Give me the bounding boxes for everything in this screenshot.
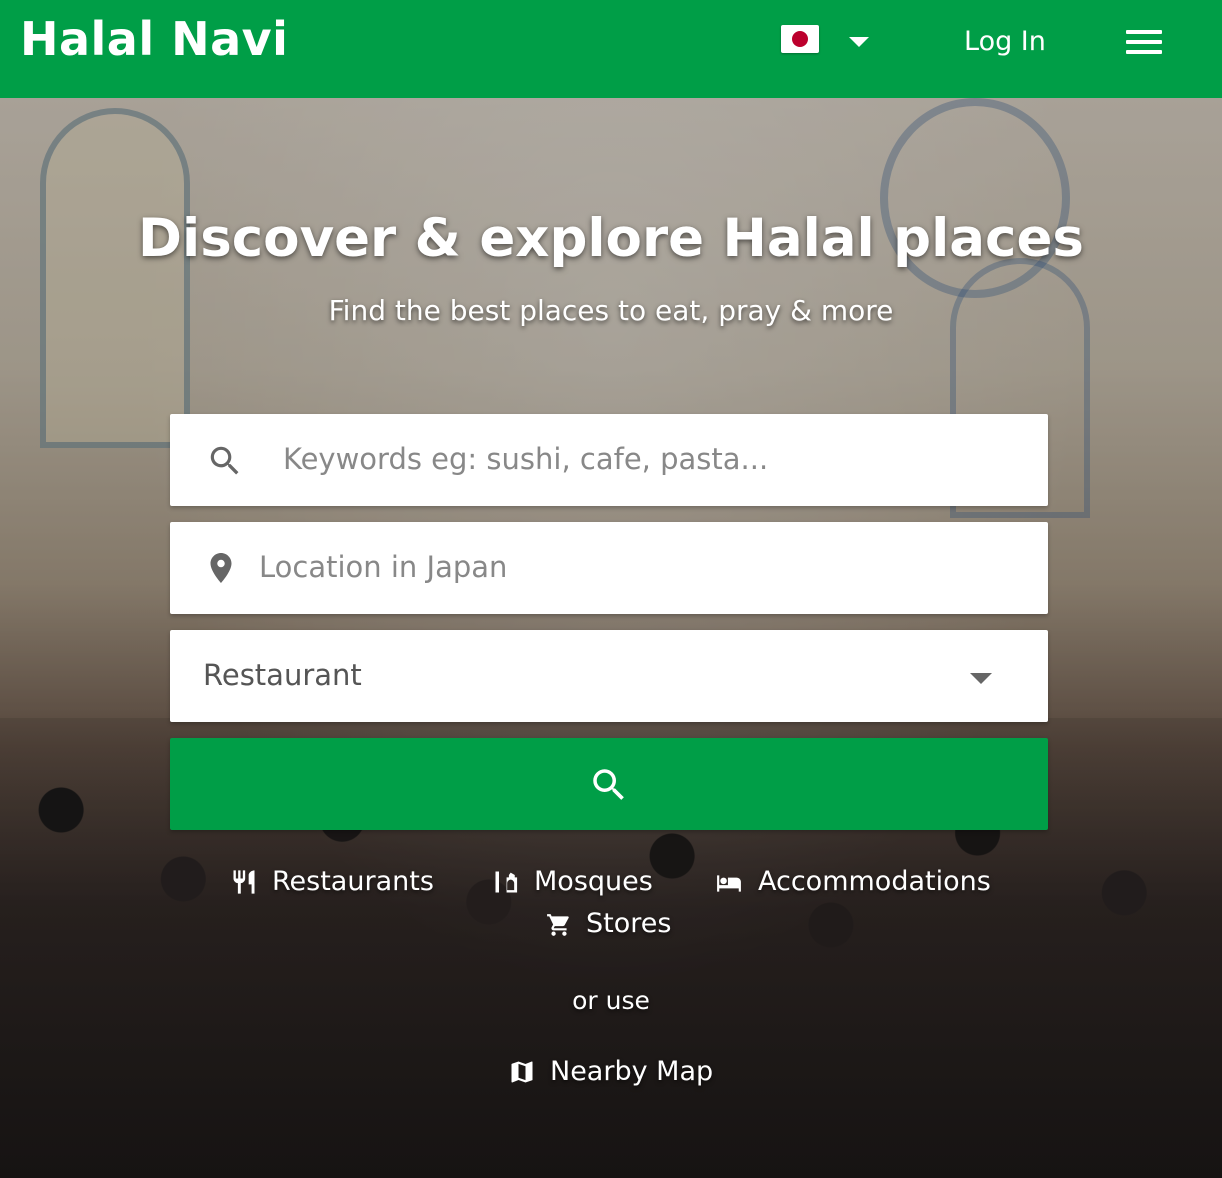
hero-subtitle: Find the best places to eat, pray & more <box>328 294 894 327</box>
chevron-down-icon[interactable] <box>849 37 869 47</box>
nearby-map-label: Nearby Map <box>550 1056 714 1087</box>
location-pin-icon <box>210 553 232 583</box>
mosque-icon <box>495 871 518 893</box>
stores-label: Stores <box>586 908 672 939</box>
search-button[interactable] <box>170 738 1048 830</box>
or-use-text: or use <box>572 986 650 1015</box>
category-select[interactable]: Restaurant <box>170 630 1048 722</box>
top-nav-bar: Halal Navi Log In <box>0 0 1222 98</box>
stores-link[interactable]: Stores <box>546 908 696 944</box>
restaurants-link[interactable]: Restaurants <box>230 866 440 902</box>
mosques-link[interactable]: Mosques <box>492 866 672 902</box>
hero-section: Discover & explore Halal places Find the… <box>0 98 1222 1178</box>
bed-icon <box>717 875 741 892</box>
hamburger-menu-icon[interactable] <box>1126 30 1162 54</box>
japan-flag-icon[interactable] <box>781 25 819 53</box>
category-selected-value: Restaurant <box>203 658 362 692</box>
location-placeholder: Location in Japan <box>259 550 508 584</box>
search-icon <box>210 446 239 475</box>
keyword-placeholder: Keywords eg: sushi, cafe, pasta... <box>283 442 769 476</box>
dropdown-arrow-icon <box>970 673 992 684</box>
accommodations-label: Accommodations <box>758 866 991 897</box>
accommodations-link[interactable]: Accommodations <box>716 866 1006 902</box>
fork-knife-icon <box>233 870 255 894</box>
nearby-map-link[interactable]: Nearby Map <box>508 1056 718 1092</box>
map-icon <box>511 1061 533 1083</box>
search-icon <box>593 769 624 800</box>
mosques-label: Mosques <box>534 866 653 897</box>
hero-title: Discover & explore Halal places <box>138 208 1084 269</box>
location-input[interactable]: Location in Japan <box>170 522 1048 614</box>
site-logo[interactable]: Halal Navi <box>20 12 288 66</box>
login-link[interactable]: Log In <box>964 26 1046 57</box>
keyword-search-input[interactable]: Keywords eg: sushi, cafe, pasta... <box>170 414 1048 506</box>
restaurants-label: Restaurants <box>272 866 434 897</box>
cart-icon <box>547 914 569 936</box>
